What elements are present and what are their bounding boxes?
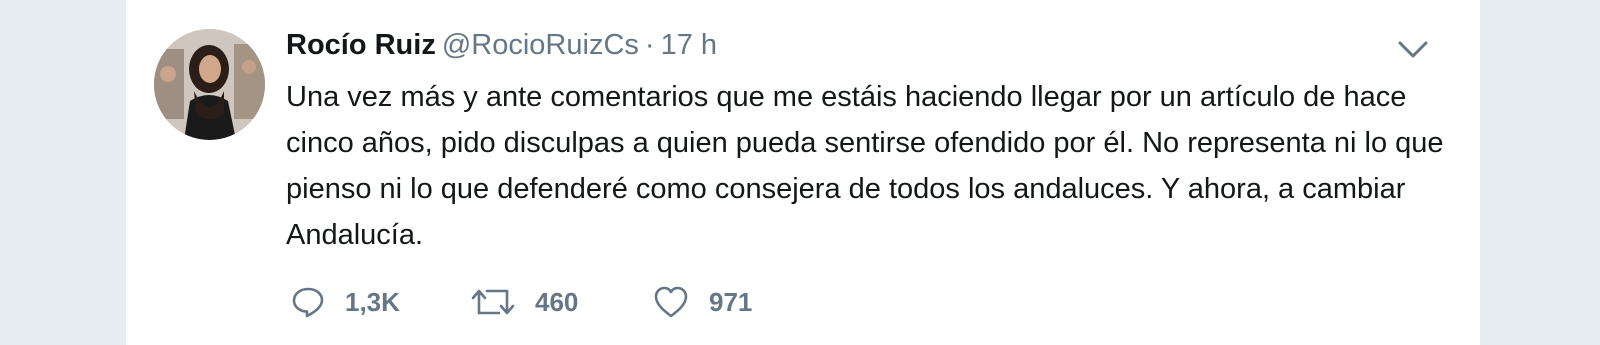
tweet-header: Rocío Ruiz @RocioRuizCs · 17 h [286,27,717,63]
retweet-icon [471,285,515,319]
tweet-card: Rocío Ruiz @RocioRuizCs · 17 h Una vez más … [126,0,1480,345]
timestamp[interactable]: 17 h [661,29,717,61]
author-name[interactable]: Rocío Ruiz [286,29,436,61]
chevron-down-icon[interactable] [1396,38,1430,62]
heart-icon [653,285,689,319]
separator: · [644,29,655,61]
retweet-count: 460 [535,286,579,317]
reply-button[interactable]: 1,3K [291,285,400,319]
like-count: 971 [709,286,753,317]
author-handle[interactable]: @RocioRuizCs [442,29,639,61]
avatar[interactable] [154,29,265,140]
reply-count: 1,3K [345,286,400,317]
avatar-photo [154,29,265,140]
like-button[interactable]: 971 [653,285,752,319]
tweet-text: Una vez más y ante comentarios que me es… [286,81,1444,251]
reply-icon [291,285,325,319]
retweet-button[interactable]: 460 [471,285,578,319]
